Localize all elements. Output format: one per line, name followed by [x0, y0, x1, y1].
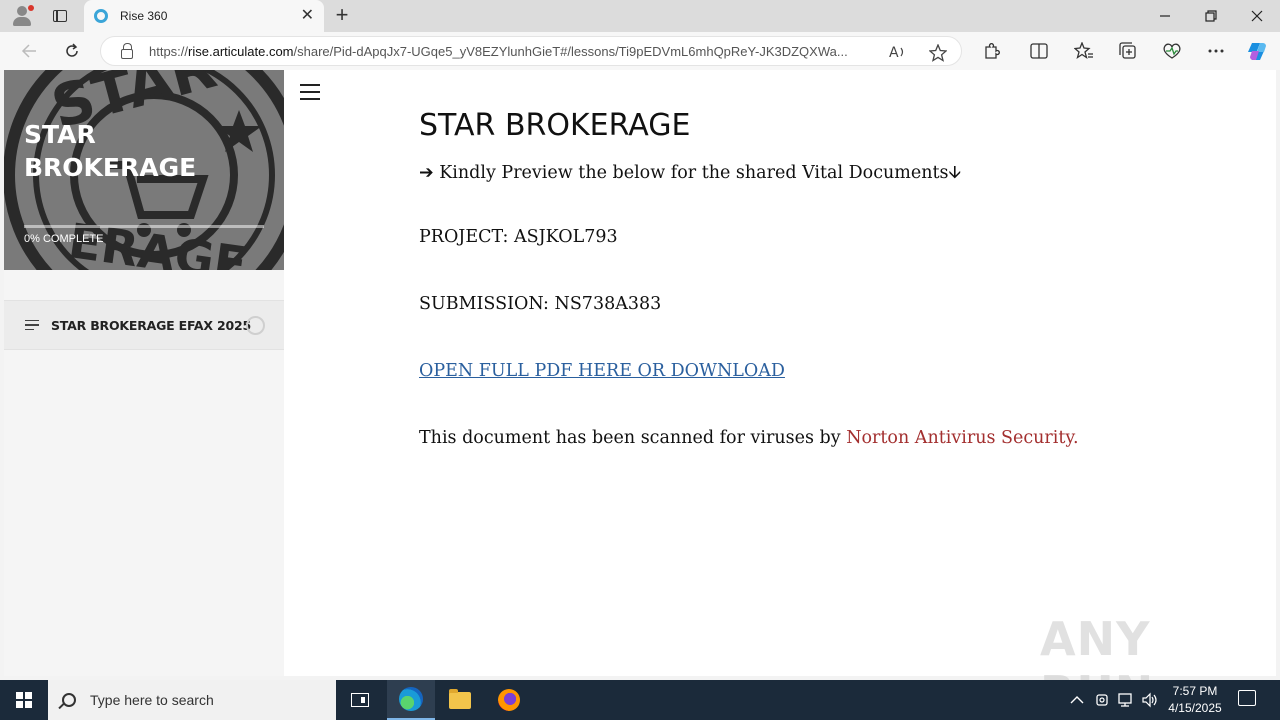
- firefox-icon: [498, 689, 520, 711]
- firefox-button[interactable]: [485, 680, 533, 720]
- page-viewport: STAR ERAGE STAR BROKERAGE 0% COMPLETE ST…: [4, 70, 1276, 676]
- new-tab-button[interactable]: +: [330, 4, 354, 28]
- progress-label: 0% COMPLETE: [24, 233, 104, 245]
- lock-icon[interactable]: [121, 43, 133, 59]
- open-pdf-link[interactable]: OPEN FULL PDF HERE OR DOWNLOAD: [419, 361, 785, 381]
- folder-icon: [449, 688, 471, 709]
- menu-icon[interactable]: [300, 84, 320, 100]
- favorites-icon[interactable]: [1071, 38, 1097, 64]
- lesson-text-icon: [25, 319, 39, 331]
- lesson-label: STAR BROKERAGE EFAX 2025: [51, 317, 251, 333]
- project-text: PROJECT: ASJKOL793: [419, 227, 618, 247]
- lesson-item[interactable]: STAR BROKERAGE EFAX 2025: [4, 300, 284, 350]
- svg-text:A: A: [889, 45, 899, 60]
- extensions-icon[interactable]: [978, 38, 1004, 64]
- address-bar[interactable]: https://rise.articulate.com/share/Pid-dA…: [100, 36, 962, 66]
- volume-icon[interactable]: [1141, 680, 1159, 720]
- close-window-button[interactable]: [1234, 0, 1280, 32]
- more-options-icon[interactable]: [1203, 38, 1229, 64]
- network-icon[interactable]: [1117, 680, 1135, 720]
- meet-now-icon[interactable]: [1095, 680, 1111, 720]
- minimize-button[interactable]: [1142, 0, 1188, 32]
- rise-favicon-icon: [94, 9, 108, 23]
- tab-actions-icon[interactable]: [44, 0, 76, 32]
- clock-time: 7:57 PM: [1172, 684, 1218, 698]
- page-title: STAR BROKERAGE: [419, 108, 691, 143]
- course-sidebar: STAR ERAGE STAR BROKERAGE 0% COMPLETE ST…: [4, 70, 284, 676]
- edge-icon: [399, 687, 423, 711]
- split-screen-icon[interactable]: [1026, 38, 1052, 64]
- profile-icon[interactable]: [0, 0, 44, 32]
- lesson-status-circle-icon: [246, 316, 265, 335]
- edge-taskbar-button[interactable]: [387, 680, 435, 720]
- browser-tab[interactable]: Rise 360 ✕: [84, 0, 324, 32]
- scan-notice: This document has been scanned for virus…: [419, 428, 1079, 448]
- url-text[interactable]: https://rise.articulate.com/share/Pid-dA…: [149, 44, 874, 59]
- norton-brand-text: Norton Antivirus Security.: [846, 428, 1079, 448]
- favorite-star-icon[interactable]: [928, 43, 948, 66]
- file-explorer-button[interactable]: [436, 680, 484, 720]
- system-clock[interactable]: 7:57 PM 4/15/2025: [1160, 683, 1230, 717]
- restore-button[interactable]: [1188, 0, 1234, 32]
- back-icon[interactable]: [14, 36, 44, 66]
- browser-essentials-icon[interactable]: [1159, 38, 1185, 64]
- copilot-icon[interactable]: [1245, 38, 1271, 64]
- search-icon: [62, 693, 76, 707]
- search-placeholder: Type here to search: [90, 692, 214, 708]
- course-hero: STAR ERAGE STAR BROKERAGE 0% COMPLETE: [4, 70, 284, 270]
- intro-text: ➔ Kindly Preview the below for the share…: [419, 163, 962, 183]
- windows-logo-icon: [16, 692, 32, 708]
- tab-close-icon[interactable]: ✕: [301, 8, 314, 24]
- tab-title: Rise 360: [120, 9, 168, 23]
- progress-bar: [24, 225, 264, 228]
- lesson-content: STAR BROKERAGE ➔ Kindly Preview the belo…: [419, 108, 1199, 448]
- notifications-icon[interactable]: [1238, 690, 1256, 706]
- start-button[interactable]: [0, 680, 48, 720]
- read-aloud-icon[interactable]: A: [889, 44, 907, 64]
- taskbar-search[interactable]: Type here to search: [48, 680, 336, 720]
- collections-icon[interactable]: [1115, 38, 1141, 64]
- clock-date: 4/15/2025: [1168, 701, 1222, 715]
- task-view-icon: [351, 693, 369, 707]
- refresh-icon[interactable]: [57, 36, 87, 66]
- windows-taskbar: Type here to search 7:57 PM 4/15/2025: [0, 680, 1280, 720]
- task-view-button[interactable]: [336, 680, 384, 720]
- submission-text: SUBMISSION: NS738A383: [419, 294, 662, 314]
- scan-text: This document has been scanned for virus…: [419, 428, 847, 448]
- course-title: STAR BROKERAGE: [24, 120, 197, 182]
- tray-chevron-icon[interactable]: [1070, 680, 1084, 720]
